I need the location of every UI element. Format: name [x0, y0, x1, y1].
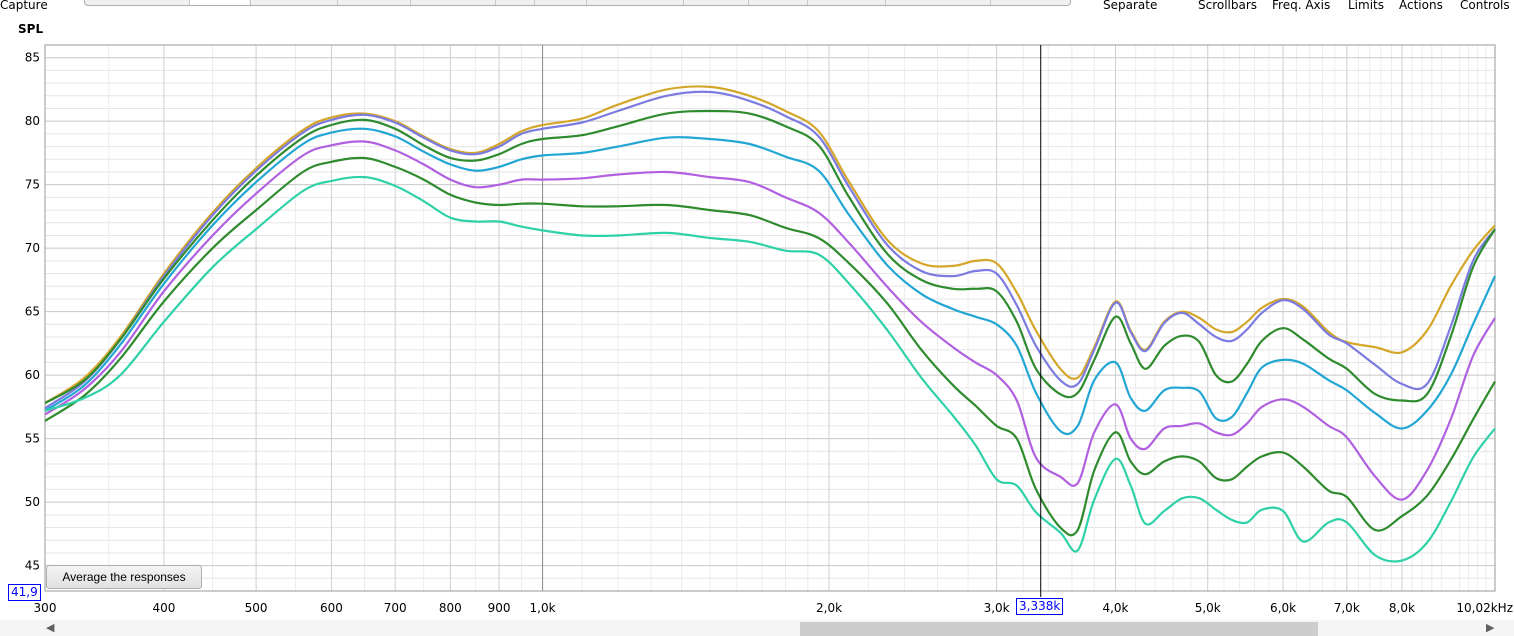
x-tick-label: 400	[152, 601, 175, 615]
x-tick-label: 3,0k	[984, 601, 1010, 615]
spl-frequency-graph[interactable]: 45 50 55 60 65 70 75 80 85 300 400 500 600 700 800 900…	[0, 0, 1514, 620]
cursor-frequency-readout: 3,338k	[1016, 598, 1064, 615]
y-tick-label: 50	[25, 495, 40, 509]
y-tick-label: 60	[25, 368, 40, 382]
y-tick-label: 45	[25, 559, 40, 573]
response-trace-6	[44, 156, 1496, 537]
x-tick-label: 4,0k	[1102, 601, 1128, 615]
x-tick-label: 5,0k	[1195, 601, 1221, 615]
response-trace-7	[44, 175, 1496, 563]
x-tick-label: 900	[488, 601, 511, 615]
x-tick-label: 6,0k	[1270, 601, 1296, 615]
x-tick-label: 10,02kHz	[1456, 601, 1513, 615]
horizontal-scrollbar[interactable]: ◀ ▶	[0, 620, 1514, 636]
response-trace-5	[44, 140, 1496, 501]
response-trace-3	[44, 109, 1496, 405]
scroll-left-arrow-icon[interactable]: ◀	[46, 620, 54, 636]
x-tick-label: 2,0k	[816, 601, 842, 615]
x-tick-label: 500	[245, 601, 268, 615]
scrollbar-thumb[interactable]	[800, 622, 1318, 636]
x-tick-label: 1,0k	[530, 601, 556, 615]
x-tick-label: 8,0k	[1389, 601, 1415, 615]
y-tick-label: 75	[25, 178, 40, 192]
average-responses-button[interactable]: Average the responses	[46, 565, 202, 589]
cursor-level-readout: 41,9	[8, 584, 41, 601]
x-tick-label: 300	[34, 601, 57, 615]
y-tick-label: 55	[25, 432, 40, 446]
x-tick-label: 7,0k	[1334, 601, 1360, 615]
y-tick-label: 80	[25, 114, 40, 128]
scroll-right-arrow-icon[interactable]: ▶	[1486, 620, 1494, 636]
y-tick-label: 65	[25, 305, 40, 319]
x-tick-label: 600	[320, 601, 343, 615]
y-tick-label: 85	[25, 51, 40, 65]
y-tick-label: 70	[25, 241, 40, 255]
x-tick-label: 700	[384, 601, 407, 615]
x-tick-label: 800	[439, 601, 462, 615]
